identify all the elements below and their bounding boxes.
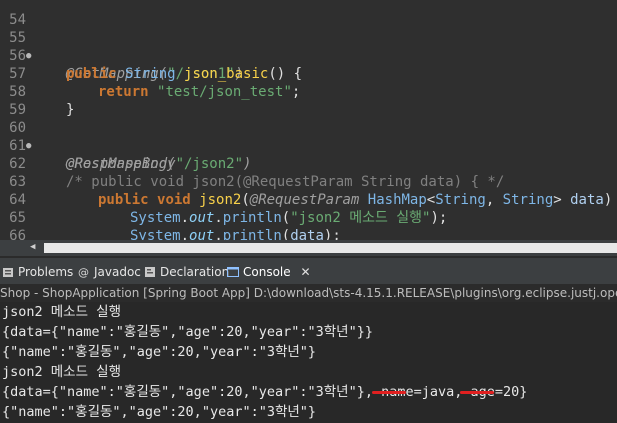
console-line: {"name":"홍길동","age":20,"year":"3학년"} [2,344,317,360]
horizontal-scrollbar[interactable]: ◀ [0,240,617,256]
console-line: {data={"name":"홍길동","age":20,"year":"3학년… [2,324,373,340]
console-icon [227,267,239,277]
tab-label: Declaration [160,265,230,279]
console-line: json2 메소드 실행 [2,364,121,380]
console-output[interactable]: json2 메소드 실행 {data={"name":"홍길동","age":2… [0,302,617,423]
tab-javadoc[interactable]: @ Javadoc [78,263,141,281]
problems-icon [3,268,13,277]
code-line[interactable]: 55 ● @GetMapping("/json1") [0,11,617,82]
tab-label: Problems [18,265,74,279]
declaration-icon [145,267,155,277]
view-tabs: Problems @ Javadoc Declaration Console ✕ [0,258,617,284]
code-line[interactable]: 58 } [0,65,617,118]
code-line[interactable]: 65 System.out.println(data); [0,191,617,240]
tab-declaration[interactable]: Declaration [144,263,229,281]
svg-text:@: @ [78,266,89,278]
code-line[interactable]: 64 System.out.println("json2 메소드 실행"); [0,173,617,226]
close-icon[interactable]: ✕ [300,265,310,279]
code-line[interactable]: 63 public void json2(@RequestParam HashM… [0,155,617,208]
code-line[interactable]: 67 } [0,227,617,240]
code-line[interactable]: 59 [0,83,617,118]
console-line: {data={"name":"홍길동","age":20,"year":"3학년… [2,384,528,400]
code-line[interactable]: 60 ● @ResponseBody [0,101,617,172]
code-line[interactable]: 66 System.out.println(data.get("data")); [0,209,617,240]
console-line: {"name":"홍길동","age":20,"year":"3학년"} [2,404,317,420]
scroll-left-icon[interactable]: ◀ [30,242,35,252]
code-editor[interactable]: 54 55 ● @GetMapping("/json1") 56 public … [0,0,617,240]
console-title: Shop - ShopApplication [Spring Boot App]… [0,284,617,302]
code-line[interactable]: 56 public String json_basic() { [0,29,617,82]
javadoc-icon: @ [78,266,89,278]
console-line: json2 메소드 실행 [2,304,121,320]
code-line[interactable]: 57 return "test/json_test"; [0,47,617,100]
tab-label: Console [243,265,291,279]
code-line[interactable]: 62 /* public void json2(@RequestParam St… [0,137,617,190]
tab-label: Javadoc [94,265,141,279]
tab-problems[interactable]: Problems [2,263,73,281]
code-line[interactable]: 54 [0,0,617,28]
red-underline [460,391,494,394]
red-underline [372,391,406,394]
tab-console[interactable]: Console ✕ [227,263,311,281]
code-line[interactable]: 61 @PostMapping("/json2") [0,119,617,172]
scrollbar-thumb[interactable] [44,243,617,253]
